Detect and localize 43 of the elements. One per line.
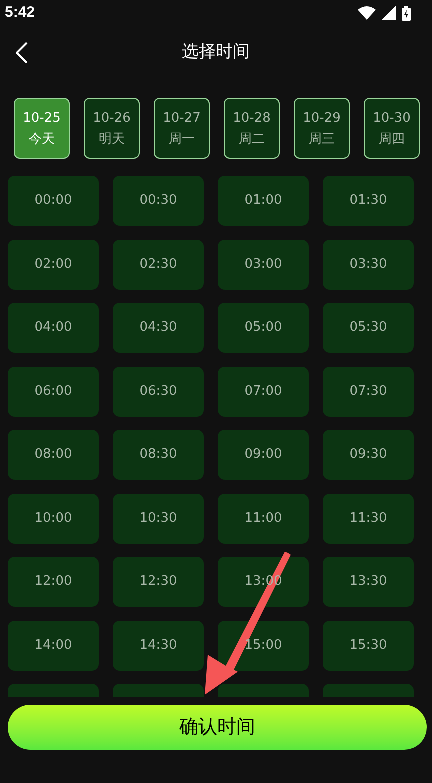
time-slot[interactable]: 15:30	[323, 620, 414, 670]
date-tab[interactable]: 10-27 周一	[154, 98, 210, 159]
battery-icon	[402, 6, 411, 20]
date-tab[interactable]: 10-28 周二	[224, 98, 280, 159]
time-slot[interactable]: 09:00	[218, 430, 309, 480]
time-slot[interactable]: 02:30	[113, 240, 204, 290]
time-slot[interactable]: 00:30	[113, 176, 204, 226]
time-slot[interactable]: 06:30	[113, 366, 204, 416]
time-slot[interactable]: 04:00	[8, 303, 99, 353]
time-slot[interactable]: 13:30	[323, 557, 414, 607]
status-time: 5:42	[5, 2, 36, 23]
back-icon	[16, 42, 28, 64]
time-slot[interactable]: 14:00	[8, 620, 99, 670]
time-slot[interactable]: 08:00	[8, 430, 99, 480]
time-slot[interactable]: 00:00	[8, 176, 99, 226]
time-slot[interactable]: 05:00	[218, 303, 309, 353]
time-slot[interactable]: 14:30	[113, 620, 204, 670]
time-slot[interactable]: 12:00	[8, 557, 99, 607]
confirm-button[interactable]: 确认时间	[8, 705, 427, 750]
date-tab[interactable]: 10-30 周四	[364, 98, 420, 159]
page-title: 选择时间	[182, 41, 250, 64]
signal-icon	[382, 6, 396, 20]
time-slot[interactable]: 03:00	[218, 240, 309, 290]
date-tab[interactable]: 10-26 明天	[84, 98, 140, 159]
time-slot[interactable]: 11:30	[323, 494, 414, 544]
date-tab[interactable]: 10-25 今天	[14, 98, 70, 159]
time-slot[interactable]: 10:00	[8, 494, 99, 544]
time-slot[interactable]: 12:30	[113, 557, 204, 607]
time-slot[interactable]: 03:30	[323, 240, 414, 290]
time-slot[interactable]: 09:30	[323, 430, 414, 480]
time-slot[interactable]: 05:30	[323, 303, 414, 353]
time-slot[interactable]: 08:30	[113, 430, 204, 480]
time-slot[interactable]: 01:30	[323, 176, 414, 226]
time-slot[interactable]: 11:00	[218, 494, 309, 544]
time-slot[interactable]: 04:30	[113, 303, 204, 353]
time-slot[interactable]: 02:00	[8, 240, 99, 290]
time-slot[interactable]: 07:00	[218, 366, 309, 416]
time-slot[interactable]: 06:00	[8, 366, 99, 416]
time-slot[interactable]: 10:30	[113, 494, 204, 544]
time-slot[interactable]: 01:00	[218, 176, 309, 226]
wifi-icon	[358, 6, 376, 20]
time-slot[interactable]: 07:30	[323, 366, 414, 416]
date-tab[interactable]: 10-29 周三	[294, 98, 350, 159]
